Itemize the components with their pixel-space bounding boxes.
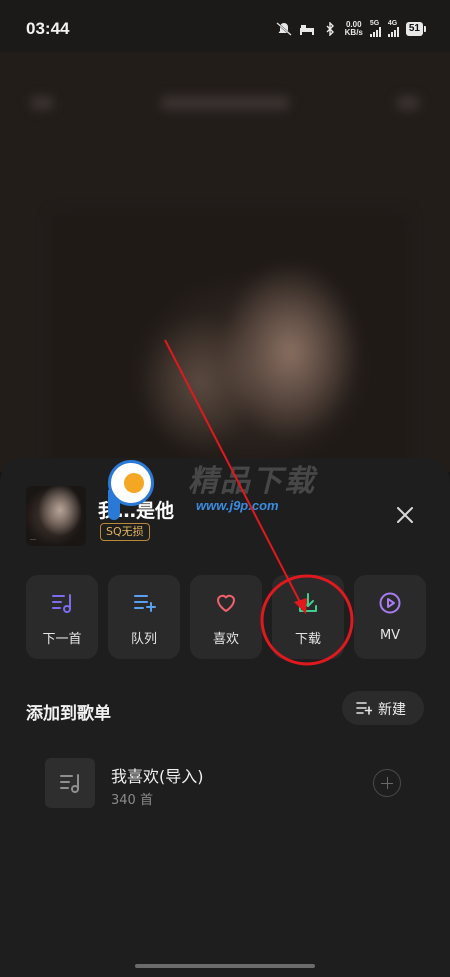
signal-bars-icon [387,27,399,37]
battery-icon: 51 [405,21,426,36]
queue-button[interactable]: 队列 [108,575,180,659]
playlist-name: 我喜欢(导入) [111,767,204,786]
blurred-album-art [50,212,410,472]
queue-add-icon [134,595,156,612]
heart-icon [217,594,235,612]
watermark-url: www.j9p.com [196,498,279,513]
download-icon [299,593,317,612]
new-playlist-button[interactable]: 新建 [342,691,424,725]
play-next-button[interactable]: 下一首 [26,575,98,659]
cover-caption: … [30,535,36,542]
signal-4g: 4G [387,20,399,37]
mv-play-icon [379,592,401,614]
status-icons: 0.00 KB/s 5G 4G 51 [275,20,426,37]
play-next-label: 下一首 [42,632,82,647]
playlist-thumbnail [45,758,95,808]
download-label: 下载 [294,632,321,647]
action-row: 下一首 队列 喜欢 下载 MV [26,575,426,659]
like-label: 喜欢 [212,632,239,647]
playlist-row[interactable]: 我喜欢(导入) 340 首 [0,748,450,818]
battery-level: 51 [405,21,423,36]
play-next-icon [52,594,71,613]
bed-icon [299,24,314,35]
new-playlist-icon [356,702,372,715]
playlist-count: 340 首 [111,793,153,808]
network-type-5g: 5G [369,20,380,27]
add-to-playlist-plus-icon[interactable] [373,769,401,797]
new-playlist-label: 新建 [378,702,406,718]
song-cover: … [26,486,86,546]
status-bar: 03:44 0.00 KB/s 5G 4G 51 [0,0,450,52]
clock: 03:44 [26,19,70,38]
notifications-off-icon [275,21,292,36]
signal-5g: 5G [369,20,381,37]
signal-bars-icon [369,27,381,37]
queue-label: 队列 [130,632,157,647]
add-to-playlist-title: 添加到歌单 [26,704,111,724]
blurred-header [30,92,420,116]
quality-badge: SQ无损 [100,523,150,541]
network-speed: 0.00 KB/s [344,20,363,37]
network-type-4g: 4G [387,20,398,27]
bluetooth-icon [326,21,334,36]
home-indicator[interactable] [135,964,315,968]
song-options-sheet: … 我…是他 SQ无损 下一首 队列 喜欢 下载 MV 添加到歌单 新建 我喜欢… [0,458,450,977]
mv-label: MV [379,628,401,643]
speed-unit: KB/s [344,27,363,37]
like-button[interactable]: 喜欢 [190,575,262,659]
playlist-music-icon [60,774,79,793]
mv-button[interactable]: MV [354,575,426,659]
watermark-text: 精品下载 [188,464,316,499]
player-background [0,52,450,472]
watermark-logo [108,460,154,506]
download-button[interactable]: 下载 [272,575,344,659]
close-icon[interactable] [394,504,416,526]
